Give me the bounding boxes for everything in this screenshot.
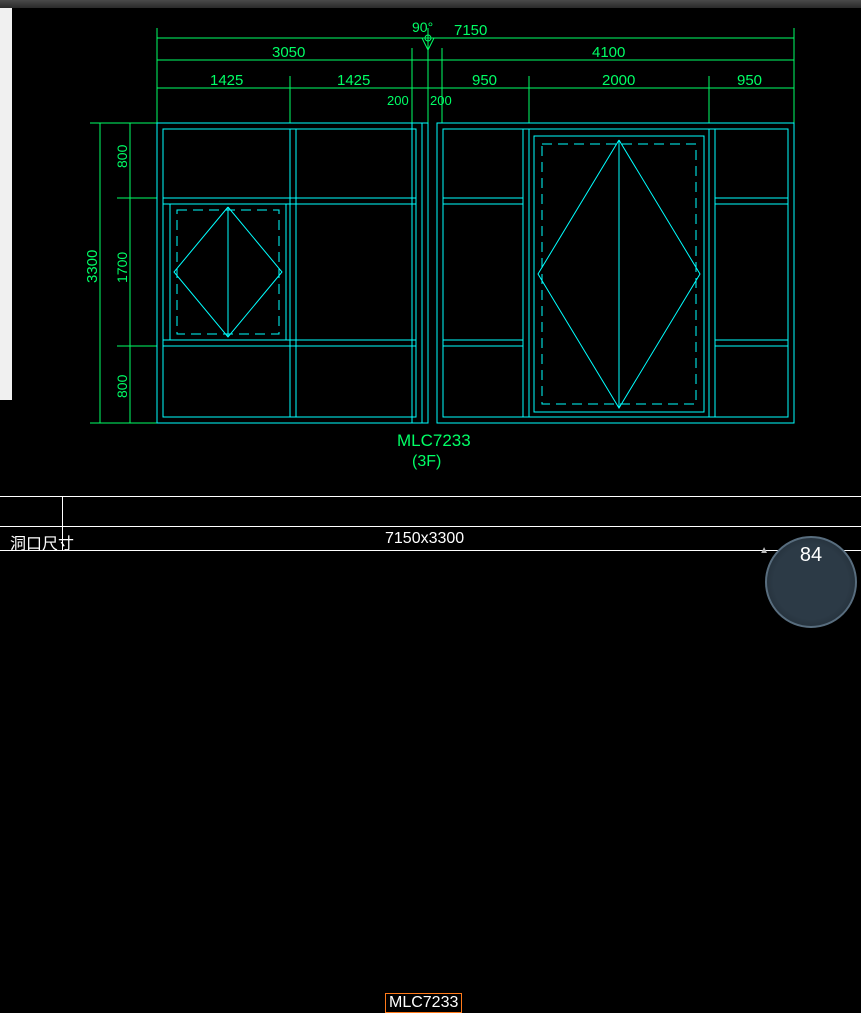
dim-v-bot: 800 xyxy=(114,374,130,398)
up-arrow-icon: ▲ xyxy=(759,545,769,556)
dim-v-mid: 1700 xyxy=(114,252,130,283)
drawing-part-number: MLC7233 xyxy=(397,431,471,450)
gauge-value: 84 xyxy=(800,544,822,567)
performance-gauge[interactable]: 84 xyxy=(765,536,857,628)
left-panel-edge xyxy=(0,8,12,400)
dim-sub-b: 1425 xyxy=(337,72,370,89)
drawing-floor-label: (3F) xyxy=(412,453,441,470)
dim-sub-c2: 200 xyxy=(430,93,452,108)
dim-total-width: 7150 xyxy=(454,22,487,39)
dim-angle: 90° xyxy=(412,19,433,35)
status-corner: ▲ ○ 84 xyxy=(761,543,861,588)
dim-top-right: 4100 xyxy=(592,44,625,61)
cad-drawing-viewport[interactable]: 7150 90° 3050 4100 1425 1425 200 200 950… xyxy=(12,8,861,400)
dim-sub-d: 950 xyxy=(472,72,497,89)
dim-sub-f: 950 xyxy=(737,72,762,89)
dim-sub-c1: 200 xyxy=(387,93,409,108)
property-size-value: 7150x3300 xyxy=(385,530,464,548)
dim-sub-e: 2000 xyxy=(602,72,635,89)
properties-table: MLC7233 洞口尺寸 7150x3300 xyxy=(0,490,861,588)
dim-sub-a: 1425 xyxy=(210,72,243,89)
dim-top-left: 3050 xyxy=(272,44,305,61)
window-titlebar xyxy=(0,0,861,8)
dim-v-total: 3300 xyxy=(84,250,101,283)
property-part-number-cell[interactable]: MLC7233 xyxy=(385,993,462,1013)
dim-v-top: 800 xyxy=(114,144,130,168)
